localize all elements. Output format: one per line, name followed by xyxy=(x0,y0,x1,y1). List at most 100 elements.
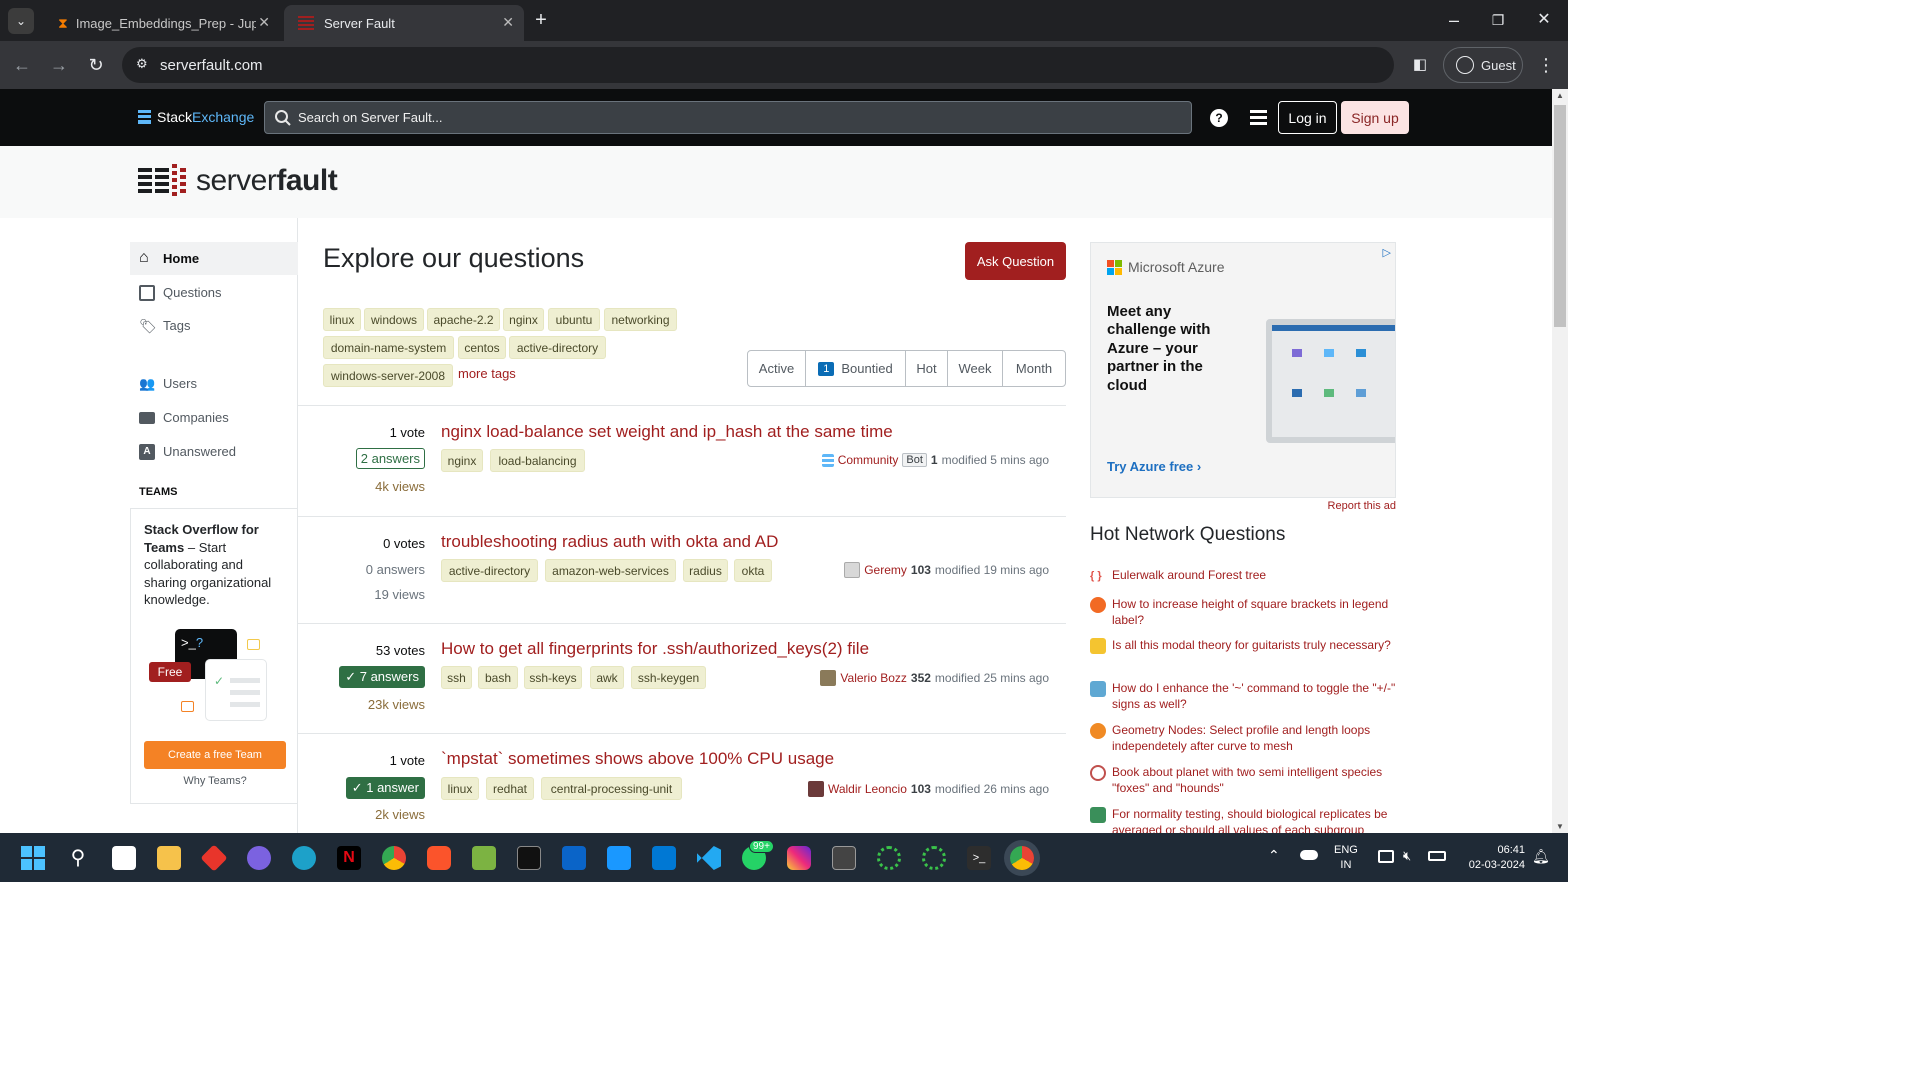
hnq-item[interactable]: For normality testing, should biological… xyxy=(1090,806,1396,833)
show-hidden-icons-icon[interactable]: ⌃ xyxy=(1268,847,1280,864)
scrollbar-thumb[interactable] xyxy=(1554,105,1566,327)
clock[interactable]: 06:41 02-03-2024 xyxy=(1455,843,1525,873)
app-icon[interactable] xyxy=(877,846,901,870)
report-ad-link[interactable]: Report this ad xyxy=(1090,500,1396,512)
sign-up-button[interactable]: Sign up xyxy=(1341,101,1409,134)
question-tag[interactable]: bash xyxy=(478,666,518,689)
modified-time[interactable]: modified 19 mins ago xyxy=(935,563,1049,577)
search-icon[interactable]: ⚲ xyxy=(66,846,90,870)
serverfault-logo[interactable]: serverfault xyxy=(138,164,338,198)
tab-search-icon[interactable]: ⌄ xyxy=(8,8,34,34)
question-tag[interactable]: ssh-keygen xyxy=(631,666,706,689)
question-tag[interactable]: linux xyxy=(441,777,479,800)
notifications-icon[interactable]: 🔔︎ xyxy=(1532,848,1550,865)
why-teams-link[interactable]: Why Teams? xyxy=(131,775,299,787)
windows-start-icon[interactable] xyxy=(21,846,45,870)
back-icon[interactable]: ← xyxy=(10,53,34,77)
language-indicator[interactable]: ENG IN xyxy=(1334,843,1358,873)
app-icon[interactable] xyxy=(200,844,228,872)
help-icon[interactable]: ? xyxy=(1210,109,1228,127)
question-title-link[interactable]: `mpstat` sometimes shows above 100% CPU … xyxy=(441,749,834,769)
page-scrollbar[interactable]: ▲ ▼ xyxy=(1552,89,1568,833)
brave-icon[interactable] xyxy=(427,846,451,870)
question-tag[interactable]: radius xyxy=(683,559,728,582)
user-name-link[interactable]: Waldir Leoncio xyxy=(828,782,907,796)
log-in-button[interactable]: Log in xyxy=(1278,101,1337,134)
volume-muted-icon[interactable]: 🔇︎ xyxy=(1403,848,1411,864)
app-icon[interactable] xyxy=(922,846,946,870)
scroll-down-icon[interactable]: ▼ xyxy=(1556,822,1564,831)
chrome-icon[interactable] xyxy=(1010,846,1034,870)
tag-domain-name-system[interactable]: domain-name-system xyxy=(323,336,454,359)
question-tag[interactable]: amazon-web-services xyxy=(545,559,676,582)
profile-button[interactable]: Guest xyxy=(1443,47,1523,83)
network-icon[interactable] xyxy=(1378,850,1394,863)
question-title-link[interactable]: How to get all fingerprints for .ssh/aut… xyxy=(441,639,869,659)
sidebar-item-users[interactable]: 👥 Users xyxy=(130,367,298,400)
tag-windows[interactable]: windows xyxy=(364,308,424,331)
onedrive-icon[interactable] xyxy=(1300,850,1318,860)
prime-video-icon[interactable] xyxy=(607,846,631,870)
chrome-icon[interactable] xyxy=(382,846,406,870)
more-tags-link[interactable]: more tags xyxy=(458,366,516,381)
question-tag[interactable]: load-balancing xyxy=(490,449,585,472)
tag-ubuntu[interactable]: ubuntu xyxy=(548,308,600,331)
filter-active[interactable]: Active xyxy=(748,351,806,386)
tag-networking[interactable]: networking xyxy=(604,308,677,331)
instagram-icon[interactable] xyxy=(787,846,811,870)
new-tab-icon[interactable]: + xyxy=(529,8,553,32)
question-tag[interactable]: okta xyxy=(734,559,772,582)
filter-hot[interactable]: Hot xyxy=(906,351,948,386)
filter-bountied[interactable]: 1 Bountied xyxy=(806,351,906,386)
hnq-item[interactable]: Book about planet with two semi intellig… xyxy=(1090,764,1396,796)
close-window-icon[interactable]: ✕ xyxy=(1532,8,1556,32)
stackexchange-logo[interactable]: StackExchange xyxy=(138,109,254,125)
tag-windows-server-2008[interactable]: windows-server-2008 xyxy=(323,364,453,387)
question-tag[interactable]: ssh xyxy=(441,666,472,689)
url-text[interactable]: serverfault.com xyxy=(160,57,263,74)
question-tag[interactable]: ssh-keys xyxy=(524,666,582,689)
sidebar-item-questions[interactable]: Questions xyxy=(130,276,298,309)
question-title-link[interactable]: troubleshooting radius auth with okta an… xyxy=(441,532,778,552)
ad-cta-link[interactable]: Try Azure free › xyxy=(1107,459,1201,474)
minimize-icon[interactable]: – xyxy=(1442,8,1466,32)
hnq-item[interactable]: How to increase height of square bracket… xyxy=(1090,596,1396,628)
terminal-app-icon[interactable]: >_ xyxy=(967,846,991,870)
close-tab-icon[interactable]: ✕ xyxy=(258,14,270,31)
hnq-item[interactable]: Is all this modal theory for guitarists … xyxy=(1090,637,1396,654)
close-tab-icon[interactable]: ✕ xyxy=(502,14,514,31)
browser-menu-icon[interactable]: ⋮ xyxy=(1534,53,1558,77)
battery-icon[interactable] xyxy=(1428,851,1446,861)
question-tag[interactable]: nginx xyxy=(441,449,483,472)
side-panel-icon[interactable]: ◧ xyxy=(1408,53,1432,77)
user-name-link[interactable]: Geremy xyxy=(864,563,907,577)
tag-centos[interactable]: centos xyxy=(458,336,506,359)
file-explorer-icon[interactable] xyxy=(157,846,181,870)
modified-time[interactable]: modified 5 mins ago xyxy=(942,453,1049,467)
netflix-icon[interactable]: N xyxy=(337,846,361,870)
question-tag[interactable]: central-processing-unit xyxy=(541,777,682,800)
sidebar-item-companies[interactable]: Companies xyxy=(130,401,298,434)
tab-server-fault[interactable]: Server Fault ✕ xyxy=(284,5,524,41)
site-info-icon[interactable]: ⚙ xyxy=(136,56,148,72)
edge-icon[interactable] xyxy=(292,846,316,870)
search-input[interactable]: Search on Server Fault... xyxy=(264,101,1192,134)
store-icon[interactable] xyxy=(112,846,136,870)
forward-icon[interactable]: → xyxy=(47,53,71,77)
filter-month[interactable]: Month xyxy=(1003,351,1065,386)
terminal-app-icon[interactable] xyxy=(517,846,541,870)
tag-apache[interactable]: apache-2.2 xyxy=(427,308,500,331)
scroll-up-icon[interactable]: ▲ xyxy=(1556,91,1564,100)
app-icon[interactable] xyxy=(562,846,586,870)
tag-active-directory[interactable]: active-directory xyxy=(509,336,606,359)
copilot-icon[interactable] xyxy=(247,846,271,870)
user-name-link[interactable]: Valerio Bozz xyxy=(840,671,906,685)
address-bar[interactable]: ⚙ serverfault.com xyxy=(122,47,1394,83)
sidebar-item-tags[interactable]: 🏷 Tags xyxy=(130,309,298,342)
question-tag[interactable]: awk xyxy=(590,666,624,689)
create-free-team-button[interactable]: Create a free Team xyxy=(144,741,286,769)
filter-week[interactable]: Week xyxy=(948,351,1003,386)
modified-time[interactable]: modified 25 mins ago xyxy=(935,671,1049,685)
restore-icon[interactable]: ❐ xyxy=(1486,8,1510,32)
sidebar-item-unanswered[interactable]: A Unanswered xyxy=(130,435,298,468)
